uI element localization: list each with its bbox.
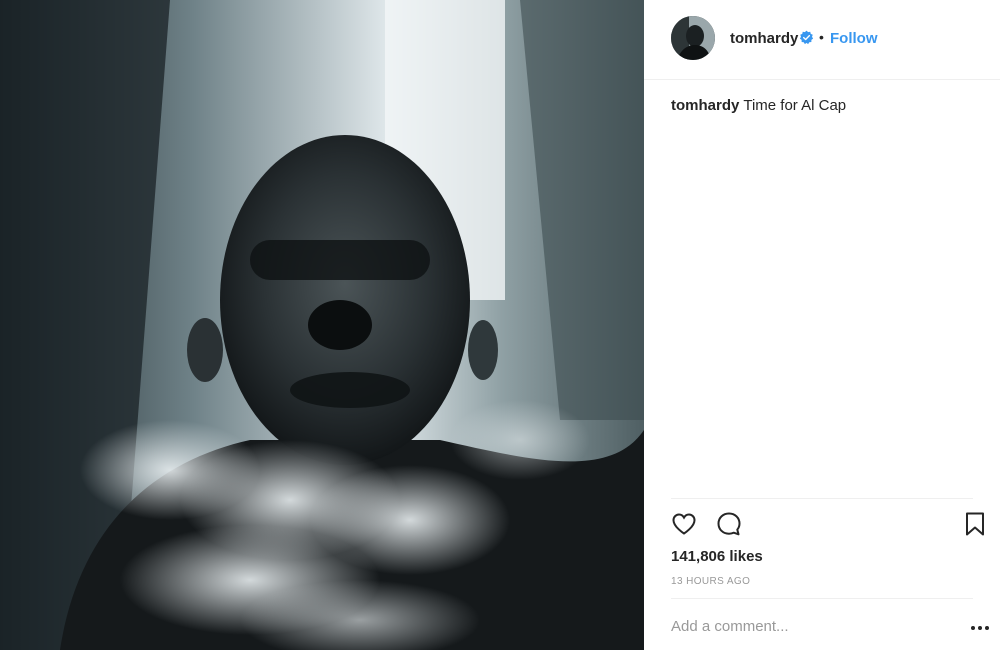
caption-username-link[interactable]: tomhardy — [671, 97, 739, 114]
follow-button[interactable]: Follow — [830, 30, 878, 47]
post-side-panel: tomhardy • Follow tomhardy Time for Al Ca… — [644, 0, 1000, 650]
caption-text: Time for Al Cap — [743, 97, 847, 114]
likes-count[interactable]: 141,806 likes — [671, 548, 763, 565]
header-separator: • — [819, 29, 824, 45]
speech-bubble-icon[interactable] — [716, 511, 742, 537]
post-photo-graphic — [0, 0, 644, 650]
comment-input[interactable] — [671, 614, 941, 638]
bookmark-icon[interactable] — [964, 511, 986, 537]
username-link[interactable]: tomhardy — [730, 30, 798, 47]
divider — [671, 598, 973, 599]
divider — [671, 498, 973, 499]
ellipsis-icon[interactable] — [970, 620, 990, 630]
verified-badge-icon — [799, 30, 814, 45]
instagram-post: tomhardy • Follow tomhardy Time for Al Ca… — [0, 0, 1000, 650]
post-caption: tomhardy Time for Al Cap — [671, 97, 846, 114]
avatar-image — [671, 16, 715, 60]
post-header: tomhardy • Follow — [644, 0, 1000, 80]
post-photo[interactable] — [0, 0, 644, 650]
heart-outline-icon[interactable] — [671, 511, 697, 537]
post-timestamp[interactable]: 13 HOURS AGO — [671, 576, 750, 587]
avatar[interactable] — [671, 16, 715, 60]
